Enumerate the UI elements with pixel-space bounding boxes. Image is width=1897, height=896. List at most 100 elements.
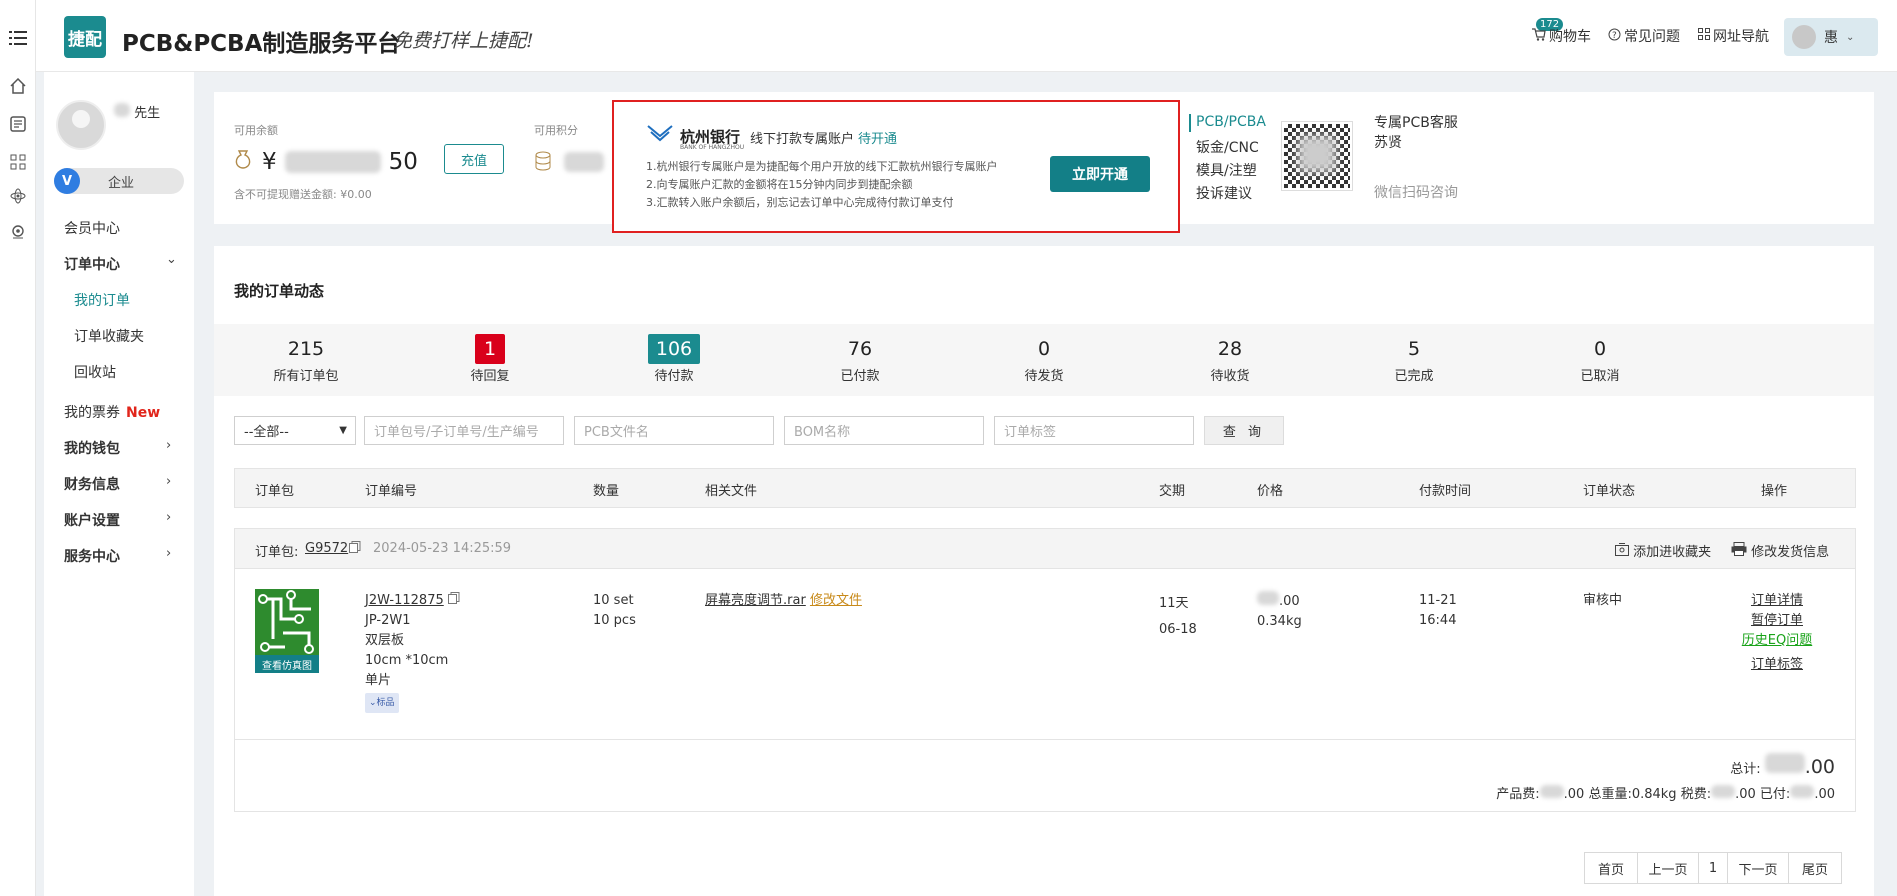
page-number-button[interactable]: 1	[1698, 852, 1728, 884]
circuit-icon	[258, 590, 314, 654]
sidebar-item-favorites[interactable]: 订单收藏夹	[74, 326, 144, 346]
stat-paid[interactable]: 76 已付款	[800, 334, 920, 384]
last-page-button[interactable]: 尾页	[1788, 852, 1842, 884]
sidebar-item-wallet[interactable]: 我的钱包	[64, 438, 120, 458]
open-account-button[interactable]: 立即开通	[1050, 156, 1150, 192]
favorite-box-icon	[1615, 543, 1629, 560]
qty-pcs: 10 pcs	[593, 613, 636, 628]
grid-icon	[1698, 28, 1710, 44]
section-title: 我的订单动态	[234, 282, 325, 300]
view-simulation-label[interactable]: 查看仿真图	[255, 655, 319, 673]
sidebar-item-recycle[interactable]: 回收站	[74, 362, 116, 382]
atom-icon[interactable]	[8, 186, 28, 206]
blurred-amount	[284, 151, 381, 173]
sidebar-item-finance[interactable]: 财务信息	[64, 474, 120, 494]
prev-page-button[interactable]: 上一页	[1637, 852, 1699, 884]
service-name: 苏贤	[1374, 135, 1402, 151]
add-favorite-action[interactable]: 添加进收藏夹	[1615, 541, 1711, 560]
col-status: 订单状态	[1583, 484, 1636, 499]
home-icon[interactable]	[8, 76, 28, 96]
eq-history-link[interactable]: 历史EQ问题	[1742, 633, 1812, 648]
sidebar-item-coupons[interactable]: 我的票券 New	[64, 402, 160, 422]
bom-name-input[interactable]: BOM名称	[784, 416, 984, 445]
pause-order-link[interactable]: 暂停订单	[1751, 613, 1803, 628]
col-order-no: 订单编号	[365, 484, 418, 499]
col-files: 相关文件	[705, 484, 758, 499]
recharge-button[interactable]: 充值	[444, 144, 504, 174]
sidebar-item-service[interactable]: 服务中心	[64, 546, 120, 566]
copy-icon[interactable]	[349, 541, 361, 557]
printer-icon	[1731, 542, 1747, 560]
first-page-button[interactable]: 首页	[1584, 852, 1638, 884]
chevron-right-icon[interactable]: ›	[166, 510, 171, 525]
blurred-product-fee	[1539, 785, 1564, 798]
status-select[interactable]: --全部-- ▼	[234, 416, 356, 445]
query-button[interactable]: 查 询	[1204, 416, 1284, 445]
logo[interactable]: 捷配	[64, 16, 106, 58]
sidebar-item-my-orders[interactable]: 我的订单	[74, 290, 130, 310]
list-icon[interactable]	[8, 114, 28, 134]
order-status: 审核中	[1583, 593, 1623, 608]
package-id-link[interactable]: G9572	[305, 541, 348, 556]
total-tail: .00	[1804, 756, 1835, 778]
verified-icon: V	[54, 168, 80, 194]
sidebar-item-account[interactable]: 账户设置	[64, 510, 120, 530]
stat-completed[interactable]: 5 已完成	[1354, 334, 1474, 384]
cart-link[interactable]: 购物车	[1532, 26, 1591, 46]
package-label: 订单包:	[255, 545, 299, 560]
stat-value: 106	[648, 334, 700, 364]
order-package-header: 订单包: G9572 2024-05-23 14:25:59 添加进收藏夹 修改…	[235, 529, 1855, 569]
site-nav-link[interactable]: 网址导航	[1698, 26, 1769, 46]
tab-mold[interactable]: 模具/注塑	[1196, 160, 1257, 180]
order-tag-link[interactable]: 订单标签	[1751, 657, 1803, 672]
stat-to-receive[interactable]: 28 待收货	[1170, 334, 1290, 384]
pcb-file-input[interactable]: PCB文件名	[574, 416, 774, 445]
pcb-thumbnail[interactable]: 查看仿真图	[255, 589, 319, 673]
copy-icon[interactable]	[447, 592, 460, 608]
fee-breakdown: 产品费: .00 总重量:0.84kg 税费: .00 已付: .00	[1496, 783, 1835, 802]
order-detail-link[interactable]: 订单详情	[1751, 593, 1803, 608]
pcb-file-link[interactable]: 屏幕亮度调节.rar	[705, 593, 806, 608]
orders-table-header: 订单包 订单编号 数量 相关文件 交期 价格 付款时间 订单状态 操作	[234, 468, 1856, 508]
stat-cancelled[interactable]: 0 已取消	[1540, 334, 1660, 384]
chevron-down-icon[interactable]: ⌄	[166, 252, 177, 267]
stat-label: 已取消	[1580, 369, 1620, 384]
location-icon[interactable]	[8, 222, 28, 242]
edit-file-link[interactable]: 修改文件	[810, 593, 862, 608]
stat-unpaid[interactable]: 106 待付款	[614, 334, 734, 384]
product-fee-tail: .00	[1563, 787, 1585, 802]
panel-type: 单片	[365, 673, 392, 688]
stat-awaiting-reply[interactable]: 1 待回复	[430, 334, 550, 384]
blurred-name	[114, 103, 130, 117]
service-tab-indicator	[1189, 114, 1191, 132]
promo-line-1: 1.杭州银行专属账户是为捷配每个用户开放的线下汇款杭州银行专属账户	[646, 160, 998, 173]
edit-shipping-action[interactable]: 修改发货信息	[1731, 541, 1829, 560]
enterprise-badge: V 企业	[54, 168, 184, 194]
order-number-input[interactable]: 订单包号/子订单号/生产编号	[364, 416, 564, 445]
tab-pcb[interactable]: PCB/PCBA	[1196, 114, 1266, 130]
chevron-down-icon: ⌄	[369, 698, 377, 708]
faq-link[interactable]: ? 常见问题	[1608, 26, 1680, 46]
stat-to-ship[interactable]: 0 待发货	[984, 334, 1104, 384]
top-header: 捷配 PCB&PCBA制造服务平台 免费打样上捷配! 172 购物车 ? 常见问…	[36, 0, 1897, 72]
sidebar-item-member[interactable]: 会员中心	[64, 218, 120, 238]
user-menu[interactable]: 惠 ⌄	[1784, 18, 1878, 56]
lead-time: 11天 06-18	[1159, 591, 1197, 643]
tab-sheet-metal[interactable]: 钣金/CNC	[1196, 137, 1259, 157]
chevron-right-icon[interactable]: ›	[166, 546, 171, 561]
faq-label: 常见问题	[1624, 29, 1680, 45]
order-number-link[interactable]: J2W-112875	[365, 593, 444, 608]
next-page-button[interactable]: 下一页	[1727, 852, 1789, 884]
stat-all[interactable]: 215 所有订单包	[246, 334, 366, 384]
order-tag-input[interactable]: 订单标签	[994, 416, 1194, 445]
package-total: 总计: .00	[1730, 753, 1835, 778]
menu-icon[interactable]	[8, 28, 28, 48]
chevron-right-icon[interactable]: ›	[166, 474, 171, 489]
chevron-right-icon[interactable]: ›	[166, 438, 171, 453]
promo-status: 待开通	[858, 132, 898, 147]
tab-complaint[interactable]: 投诉建议	[1196, 183, 1252, 203]
profile-avatar[interactable]	[56, 100, 106, 150]
apps-icon[interactable]	[8, 152, 28, 172]
profile-name-wrap: 先生	[114, 102, 160, 121]
sidebar-item-orders[interactable]: 订单中心	[64, 254, 120, 274]
